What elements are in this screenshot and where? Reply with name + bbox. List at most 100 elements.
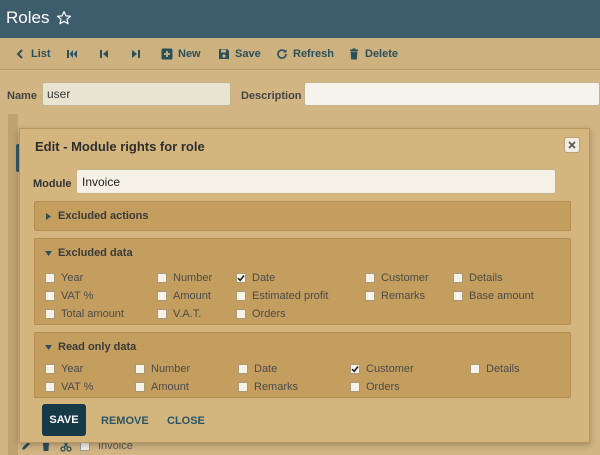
favorite-star-icon[interactable] (56, 10, 72, 26)
list-button-label: List (31, 48, 51, 60)
option-checkbox[interactable]: Year (45, 272, 83, 284)
option-checkbox[interactable]: Number (157, 272, 212, 284)
checkbox-box[interactable] (453, 291, 463, 301)
option-label: Details (486, 363, 520, 375)
close-dialog-button[interactable] (564, 137, 580, 153)
option-checkbox[interactable]: Details (453, 272, 503, 284)
option-label: Remarks (381, 290, 426, 302)
checkbox-box[interactable] (470, 364, 480, 374)
option-checkbox[interactable]: Remarks (238, 381, 298, 393)
first-record-button[interactable] (66, 47, 78, 61)
checkbox-box[interactable] (157, 291, 167, 301)
option-label: Date (254, 363, 278, 375)
remove-button[interactable]: REMOVE (101, 415, 149, 427)
option-label: Orders (366, 381, 400, 393)
checkbox-box[interactable] (350, 382, 360, 392)
option-label: Year (61, 272, 84, 284)
checkbox-box[interactable] (238, 382, 248, 392)
description-field[interactable] (304, 82, 600, 106)
checkbox-box[interactable] (365, 291, 375, 301)
delete-button[interactable]: Delete (348, 47, 398, 61)
option-checkbox[interactable]: VAT % (45, 290, 93, 302)
name-label: Name (7, 90, 37, 102)
option-checkbox[interactable]: Year (45, 363, 83, 375)
read-only-data-title: Read only data (58, 341, 137, 353)
excluded-actions-toggle[interactable]: Excluded actions (45, 210, 148, 222)
option-label: Year (61, 363, 84, 375)
option-label: VAT % (61, 290, 94, 302)
option-checkbox[interactable]: Details (470, 363, 520, 375)
close-button[interactable]: CLOSE (167, 415, 205, 427)
module-rights-dialog: Edit - Module rights for role Module Exc… (19, 128, 590, 443)
save-button-label: Save (235, 48, 261, 60)
checkbox-box[interactable] (236, 309, 246, 319)
chevron-left-icon (16, 49, 23, 59)
checkbox-box[interactable] (365, 273, 375, 283)
option-label: Orders (252, 308, 286, 320)
option-label: V.A.T. (173, 308, 202, 320)
refresh-button-label: Refresh (293, 48, 334, 60)
checkbox-box[interactable] (45, 364, 55, 374)
option-checkbox[interactable]: Number (135, 363, 190, 375)
new-button-label: New (178, 48, 201, 60)
option-label: Remarks (254, 381, 299, 393)
option-checkbox[interactable]: Customer (365, 272, 429, 284)
excluded-data-panel: Excluded data Year Number Date Customer Deta… (34, 238, 571, 325)
option-label: Estimated profit (252, 290, 329, 302)
option-checkbox[interactable]: Date (236, 272, 275, 284)
option-label: Number (173, 272, 213, 284)
option-checkbox[interactable]: Date (238, 363, 277, 375)
refresh-button[interactable]: Refresh (276, 47, 334, 61)
option-checkbox[interactable]: Remarks (365, 290, 425, 302)
option-checkbox[interactable]: Orders (350, 381, 400, 393)
next-record-button[interactable] (130, 47, 142, 61)
option-checkbox[interactable]: Base amount (453, 290, 534, 302)
list-button[interactable]: List (14, 47, 51, 61)
option-checkbox[interactable]: Customer (350, 363, 414, 375)
description-label: Description (241, 90, 302, 102)
checkbox-box[interactable] (453, 273, 463, 283)
checkbox-box[interactable] (238, 364, 248, 374)
option-label: Amount (173, 290, 211, 302)
dialog-title: Edit - Module rights for role (35, 139, 205, 154)
checkbox-box[interactable] (236, 273, 246, 283)
save-button[interactable]: SAVE (42, 404, 86, 436)
option-checkbox[interactable]: V.A.T. (157, 308, 201, 320)
new-button[interactable]: New (161, 47, 201, 61)
checkbox-box[interactable] (45, 309, 55, 319)
checkbox-box[interactable] (45, 291, 55, 301)
option-checkbox[interactable]: Total amount (45, 308, 124, 320)
checkbox-box[interactable] (157, 273, 167, 283)
option-checkbox[interactable]: VAT % (45, 381, 93, 393)
read-only-data-toggle[interactable]: Read only data (45, 341, 136, 353)
previous-record-button[interactable] (98, 47, 110, 61)
option-label: Customer (366, 363, 414, 375)
checkbox-box[interactable] (350, 364, 360, 374)
option-checkbox[interactable]: Orders (236, 308, 286, 320)
option-checkbox[interactable]: Estimated profit (236, 290, 328, 302)
excluded-actions-title: Excluded actions (58, 210, 149, 222)
module-field[interactable] (76, 169, 556, 194)
refresh-icon (277, 49, 287, 59)
excluded-actions-panel: Excluded actions (34, 201, 571, 231)
option-label: Number (151, 363, 191, 375)
option-checkbox[interactable]: Amount (157, 290, 211, 302)
checkbox-box[interactable] (135, 364, 145, 374)
caret-right-icon (46, 212, 51, 220)
save-button[interactable]: Save (218, 47, 261, 61)
option-label: Amount (151, 381, 189, 393)
checkbox-box[interactable] (135, 382, 145, 392)
checkbox-box[interactable] (45, 273, 55, 283)
delete-button-label: Delete (365, 48, 399, 60)
excluded-data-toggle[interactable]: Excluded data (45, 247, 133, 259)
caret-down-icon (45, 250, 52, 256)
name-field[interactable] (42, 82, 231, 106)
checkbox-box[interactable] (236, 291, 246, 301)
skip-first-icon (67, 50, 77, 58)
option-label: Customer (381, 272, 429, 284)
checkbox-box[interactable] (157, 309, 167, 319)
page-title: Roles (6, 8, 50, 27)
read-only-data-panel: Read only data Year Number Date Customer Det… (34, 332, 571, 398)
checkbox-box[interactable] (45, 382, 55, 392)
option-checkbox[interactable]: Amount (135, 381, 189, 393)
